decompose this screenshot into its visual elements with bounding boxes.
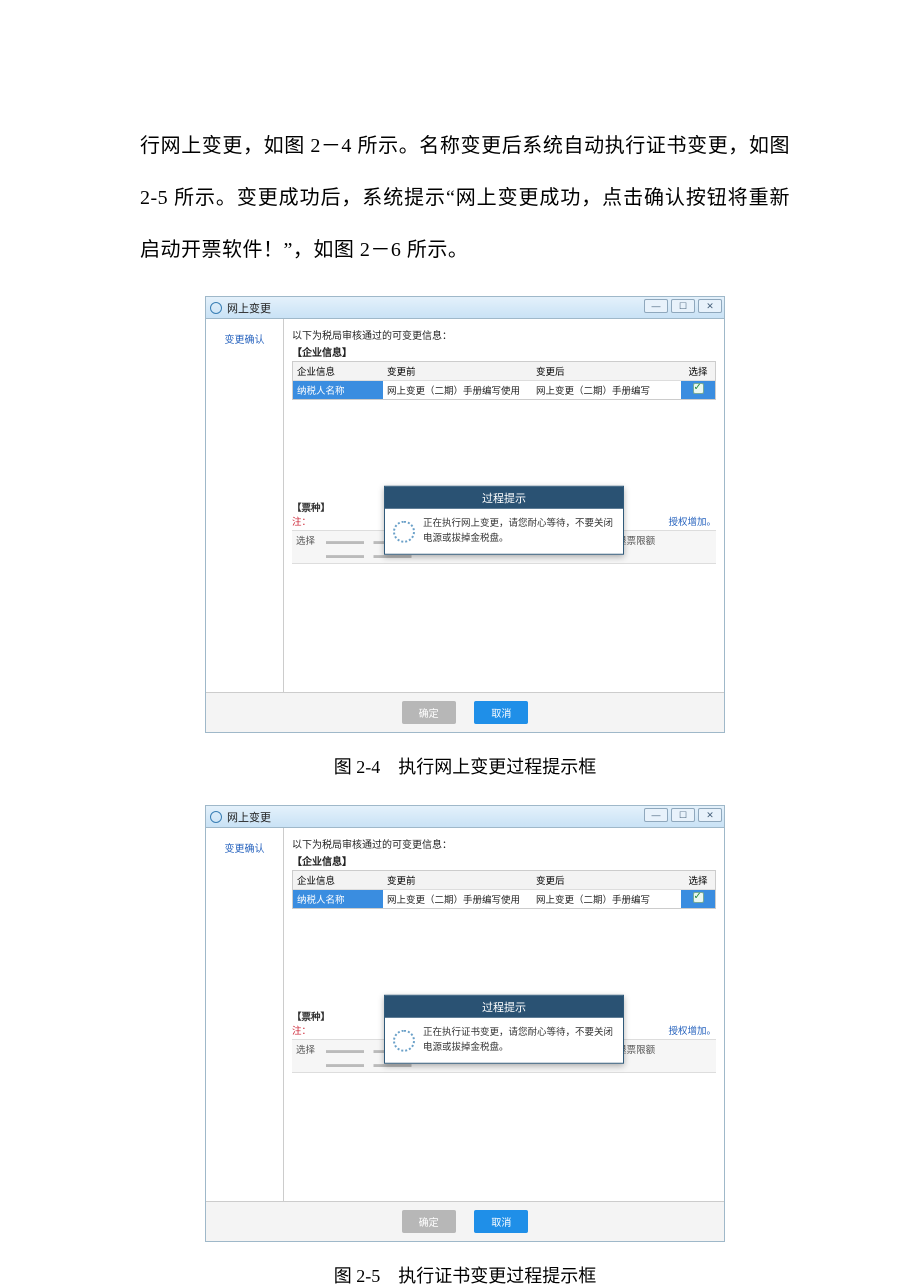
process-dialog: 过程提示 正在执行网上变更，请您耐心等待，不要关闭电源或拔掉金税盘。 [384, 486, 624, 555]
figure-caption-1: 图 2-4 执行网上变更过程提示框 [140, 753, 790, 779]
t2-select: 选择 [292, 1040, 322, 1072]
dialog-text: 正在执行证书变更，请您耐心等待，不要关闭电源或拔掉金税盘。 [423, 1026, 615, 1055]
ok-button[interactable]: 确定 [402, 1210, 456, 1233]
cell-before: 网上变更（二期）手册编写使用 [383, 890, 532, 908]
cell-check[interactable] [681, 381, 715, 399]
maximize-button[interactable]: ☐ [671, 299, 695, 313]
main-panel: 以下为税局审核通过的可变更信息： 【企业信息】 企业信息 变更前 变更后 选择 … [284, 828, 724, 1201]
th-info: 企业信息 [293, 362, 383, 380]
cell-check[interactable] [681, 890, 715, 908]
window-title: 网上变更 [227, 300, 271, 316]
th-after: 变更后 [532, 871, 681, 889]
th-after: 变更后 [532, 362, 681, 380]
sidebar-item-confirm[interactable]: 变更确认 [206, 327, 283, 350]
section-label: 【企业信息】 [292, 853, 716, 868]
close-button[interactable]: ✕ [698, 808, 722, 822]
window-title: 网上变更 [227, 809, 271, 825]
cell-before: 网上变更（二期）手册编写使用 [383, 381, 532, 399]
cancel-button[interactable]: 取消 [474, 1210, 528, 1233]
dialog-title: 过程提示 [385, 996, 623, 1018]
body-paragraph: 行网上变更，如图 2－4 所示。名称变更后系统自动执行证书变更，如图 2-5 所… [140, 120, 790, 276]
window-controls: — ☐ ✕ [644, 299, 722, 313]
maximize-button[interactable]: ☐ [671, 808, 695, 822]
cell-name: 纳税人名称 [293, 890, 383, 908]
sidebar: 变更确认 [206, 828, 284, 1201]
panel-header: 以下为税局审核通过的可变更信息： [292, 327, 716, 342]
t2-select: 选择 [292, 531, 322, 563]
dialog-footer: 确定 取消 [206, 692, 724, 732]
minimize-button[interactable]: — [644, 299, 668, 313]
ok-button[interactable]: 确定 [402, 701, 456, 724]
note-prefix: 注： [292, 517, 311, 528]
th-info: 企业信息 [293, 871, 383, 889]
window-controls: — ☐ ✕ [644, 808, 722, 822]
note-label: 【票种】 [292, 503, 330, 514]
table-row[interactable]: 纳税人名称 网上变更（二期）手册编写使用 网上变更（二期）手册编写 [293, 381, 715, 399]
table-header: 企业信息 变更前 变更后 选择 [293, 871, 715, 890]
cell-after: 网上变更（二期）手册编写 [532, 890, 681, 908]
app-icon [210, 302, 222, 314]
spinner-icon [393, 1029, 415, 1051]
note-prefix: 注： [292, 1026, 311, 1037]
checkbox-icon[interactable] [693, 892, 704, 903]
note-label: 【票种】 [292, 1012, 330, 1023]
th-before: 变更前 [383, 362, 532, 380]
sidebar-item-confirm[interactable]: 变更确认 [206, 836, 283, 859]
process-dialog: 过程提示 正在执行证书变更，请您耐心等待，不要关闭电源或拔掉金税盘。 [384, 995, 624, 1064]
spinner-icon [393, 520, 415, 542]
titlebar: 网上变更 — ☐ ✕ [206, 806, 724, 828]
panel-header: 以下为税局审核通过的可变更信息： [292, 836, 716, 851]
table-header: 企业信息 变更前 变更后 选择 [293, 362, 715, 381]
app-icon [210, 811, 222, 823]
info-table: 企业信息 变更前 变更后 选择 纳税人名称 网上变更（二期）手册编写使用 网上变… [292, 870, 716, 909]
section-label: 【企业信息】 [292, 344, 716, 359]
cell-name: 纳税人名称 [293, 381, 383, 399]
titlebar: 网上变更 — ☐ ✕ [206, 297, 724, 319]
checkbox-icon[interactable] [693, 383, 704, 394]
cell-after: 网上变更（二期）手册编写 [532, 381, 681, 399]
app-window-1: 网上变更 — ☐ ✕ 变更确认 以下为税局审核通过的可变更信息： 【企业信息】 … [205, 296, 725, 733]
auth-link[interactable]: 授权增加。 [668, 514, 716, 528]
main-panel: 以下为税局审核通过的可变更信息： 【企业信息】 企业信息 变更前 变更后 选择 … [284, 319, 724, 692]
dialog-text: 正在执行网上变更，请您耐心等待，不要关闭电源或拔掉金税盘。 [423, 517, 615, 546]
table-row[interactable]: 纳税人名称 网上变更（二期）手册编写使用 网上变更（二期）手册编写 [293, 890, 715, 908]
cancel-button[interactable]: 取消 [474, 701, 528, 724]
dialog-footer: 确定 取消 [206, 1201, 724, 1241]
figure-caption-2: 图 2-5 执行证书变更过程提示框 [140, 1262, 790, 1288]
minimize-button[interactable]: — [644, 808, 668, 822]
th-select: 选择 [681, 362, 715, 380]
info-table: 企业信息 变更前 变更后 选择 纳税人名称 网上变更（二期）手册编写使用 网上变… [292, 361, 716, 400]
th-select: 选择 [681, 871, 715, 889]
auth-link[interactable]: 授权增加。 [668, 1023, 716, 1037]
th-before: 变更前 [383, 871, 532, 889]
sidebar: 变更确认 [206, 319, 284, 692]
dialog-title: 过程提示 [385, 487, 623, 509]
close-button[interactable]: ✕ [698, 299, 722, 313]
app-window-2: 网上变更 — ☐ ✕ 变更确认 以下为税局审核通过的可变更信息： 【企业信息】 … [205, 805, 725, 1242]
